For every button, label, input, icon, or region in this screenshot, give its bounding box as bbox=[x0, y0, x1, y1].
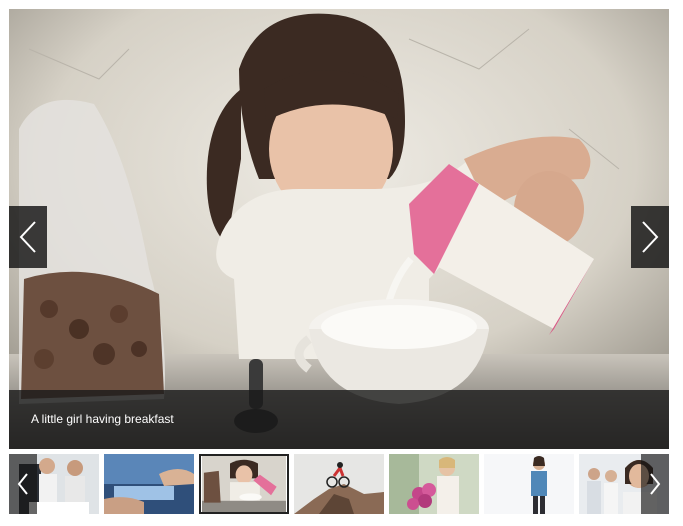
thumbnail-strip bbox=[9, 454, 669, 516]
slide-image bbox=[9, 9, 669, 449]
thumbnails-next-button[interactable] bbox=[641, 454, 669, 514]
thumbnails-previous-button[interactable] bbox=[9, 454, 37, 514]
thumbnail-girl-breakfast[interactable] bbox=[199, 454, 289, 514]
chevron-right-icon bbox=[650, 473, 661, 495]
thumbnail-laptop-typing[interactable] bbox=[104, 454, 194, 514]
main-slide: A little girl having breakfast bbox=[9, 9, 669, 449]
caption-bar: A little girl having breakfast bbox=[9, 390, 669, 449]
thumbnail-woman-flowers[interactable] bbox=[389, 454, 479, 514]
next-slide-button[interactable] bbox=[631, 206, 669, 268]
chevron-left-icon bbox=[17, 473, 28, 495]
previous-slide-button[interactable] bbox=[9, 206, 47, 268]
thumbnail-woman-denim[interactable] bbox=[484, 454, 574, 514]
chevron-left-icon bbox=[19, 221, 36, 253]
chevron-right-icon bbox=[642, 221, 659, 253]
slide-caption: A little girl having breakfast bbox=[31, 412, 174, 426]
thumbnail-mountain-biker[interactable] bbox=[294, 454, 384, 514]
